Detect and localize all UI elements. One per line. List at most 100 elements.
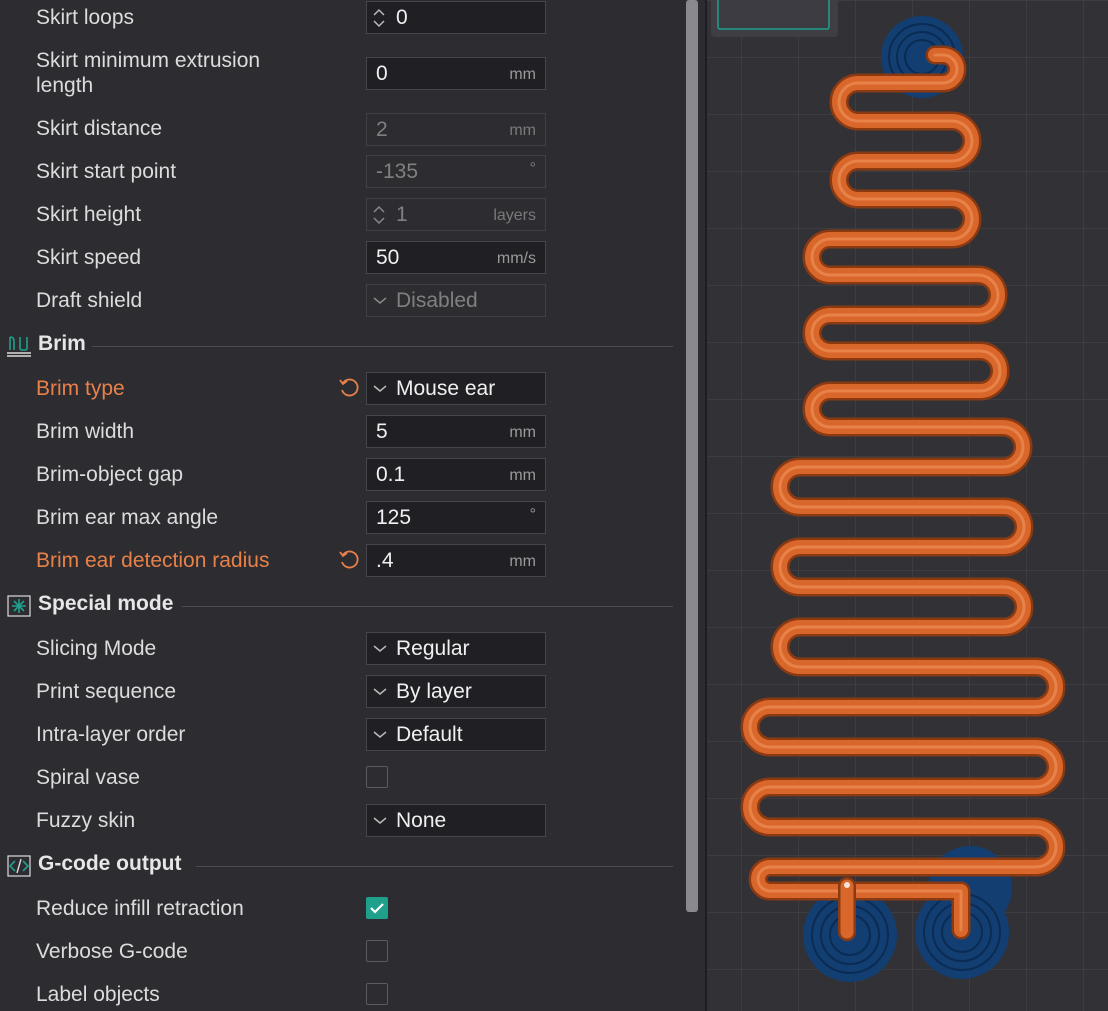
skirt-distance-row: Skirt distance 2 mm — [0, 113, 678, 147]
skirt-min-extrusion-label-line1: Skirt minimum extrusion — [36, 49, 261, 72]
label-objects-row: Label objects — [0, 978, 678, 1011]
skirt-speed-input[interactable]: 50 mm/s — [366, 241, 546, 274]
special-mode-section-header: Special mode — [0, 591, 678, 621]
brim-ear-detection-radius-label: Brim ear detection radius — [36, 549, 270, 572]
skirt-start-point-input: -135 ° — [366, 155, 546, 188]
3d-viewport[interactable] — [707, 0, 1108, 1011]
chevron-down-icon — [373, 645, 387, 652]
intra-layer-order-row: Intra-layer order Default — [0, 718, 678, 752]
reduce-infill-retraction-checkbox[interactable] — [366, 897, 388, 919]
chevron-down-icon — [373, 817, 387, 824]
brim-object-gap-value: 0.1 — [376, 463, 406, 486]
print-sequence-label: Print sequence — [36, 680, 177, 703]
slicing-mode-label: Slicing Mode — [36, 637, 157, 660]
intra-layer-order-select[interactable]: Default — [366, 718, 546, 751]
brim-width-value: 5 — [376, 420, 388, 443]
brim-ear-max-angle-unit: ° — [529, 506, 536, 523]
slicing-mode-row: Slicing Mode Regular — [0, 632, 678, 666]
spiral-vase-checkbox[interactable] — [366, 766, 388, 788]
draft-shield-select: Disabled — [366, 284, 546, 317]
skirt-start-point-unit: ° — [529, 160, 536, 177]
reset-icon[interactable] — [338, 549, 360, 571]
skirt-height-unit: layers — [493, 207, 536, 224]
draft-shield-label: Draft shield — [36, 289, 143, 312]
skirt-min-extrusion-value: 0 — [376, 62, 388, 85]
skirt-start-point-label: Skirt start point — [36, 160, 177, 183]
brim-section-title: Brim — [38, 332, 86, 355]
label-objects-checkbox[interactable] — [366, 983, 388, 1005]
skirt-min-extrusion-label-line2: length — [36, 74, 94, 97]
draft-shield-row: Draft shield Disabled — [0, 284, 678, 318]
skirt-start-point-row: Skirt start point -135 ° — [0, 155, 678, 189]
gcode-output-section-title: G-code output — [38, 852, 182, 875]
reduce-infill-retraction-label: Reduce infill retraction — [36, 897, 244, 920]
skirt-speed-value: 50 — [376, 246, 400, 269]
toolpath-preview[interactable] — [707, 0, 1108, 1011]
skirt-min-extrusion-unit: mm — [509, 66, 536, 83]
spiral-vase-row: Spiral vase — [0, 761, 678, 795]
skirt-loops-row: Skirt loops 0 — [0, 1, 678, 35]
special-mode-section-title: Special mode — [38, 592, 174, 615]
skirt-distance-input: 2 mm — [366, 113, 546, 146]
label-objects-label: Label objects — [36, 983, 160, 1006]
skirt-distance-unit: mm — [509, 122, 536, 139]
brim-ear-max-angle-value: 125 — [376, 506, 412, 529]
brim-ear-detection-radius-value: .4 — [376, 549, 394, 572]
verbose-gcode-checkbox[interactable] — [366, 940, 388, 962]
brim-section-header: Brim — [0, 331, 678, 361]
print-sequence-select[interactable]: By layer — [366, 675, 546, 708]
settings-scrollbar[interactable] — [686, 0, 698, 912]
slicing-mode-select[interactable]: Regular — [366, 632, 546, 665]
brim-type-label: Brim type — [36, 377, 125, 400]
code-icon — [7, 855, 31, 877]
brim-ear-max-angle-row: Brim ear max angle 125 ° — [0, 501, 678, 535]
skirt-height-row: Skirt height 1 layers — [0, 198, 678, 232]
verbose-gcode-label: Verbose G-code — [36, 940, 188, 963]
fuzzy-skin-select[interactable]: None — [366, 804, 546, 837]
brim-type-select[interactable]: Mouse ear — [366, 372, 546, 405]
brim-object-gap-unit: mm — [509, 467, 536, 484]
skirt-distance-value: 2 — [376, 118, 388, 141]
settings-panel: Skirt loops 0 Skirt minimum extrusion le… — [0, 0, 678, 1011]
brim-section-divider — [92, 346, 673, 347]
skirt-height-value: 1 — [396, 203, 408, 226]
skirt-height-spinbox: 1 layers — [366, 198, 546, 231]
brim-object-gap-input[interactable]: 0.1 mm — [366, 458, 546, 491]
chevron-down-icon — [373, 385, 387, 392]
skirt-speed-unit: mm/s — [496, 250, 536, 267]
special-mode-icon — [7, 595, 31, 617]
skirt-loops-spinbox[interactable]: 0 — [366, 1, 546, 34]
brim-type-value: Mouse ear — [396, 377, 496, 400]
view-cube[interactable] — [711, 0, 838, 37]
brim-ear-detection-radius-input[interactable]: .4 mm — [366, 544, 546, 577]
skirt-min-extrusion-input[interactable]: 0 mm — [366, 57, 546, 90]
verbose-gcode-row: Verbose G-code — [0, 935, 678, 969]
gcode-output-section-header: G-code output — [0, 851, 678, 881]
skirt-start-point-value: -135 — [376, 160, 419, 183]
reset-icon[interactable] — [338, 377, 360, 399]
fuzzy-skin-label: Fuzzy skin — [36, 809, 136, 832]
brim-ear-max-angle-label: Brim ear max angle — [36, 506, 219, 529]
special-mode-section-divider — [182, 606, 673, 607]
fuzzy-skin-row: Fuzzy skin None — [0, 804, 678, 838]
spin-arrows-icon — [373, 205, 385, 225]
skirt-distance-label: Skirt distance — [36, 117, 163, 140]
slicing-mode-value: Regular — [396, 637, 470, 660]
brim-type-row: Brim type Mouse ear — [0, 372, 678, 406]
spiral-vase-label: Spiral vase — [36, 766, 140, 789]
brim-ear-detection-radius-row: Brim ear detection radius .4 mm — [0, 544, 678, 578]
chevron-down-icon — [373, 688, 387, 695]
brim-ear-max-angle-input[interactable]: 125 ° — [366, 501, 546, 534]
chevron-down-icon — [373, 297, 387, 304]
intra-layer-order-label: Intra-layer order — [36, 723, 186, 746]
reduce-infill-retraction-row: Reduce infill retraction — [0, 892, 678, 926]
brim-ear-detection-radius-unit: mm — [509, 553, 536, 570]
brim-width-input[interactable]: 5 mm — [366, 415, 546, 448]
skirt-loops-value: 0 — [396, 6, 408, 29]
checkmark-icon — [370, 903, 384, 914]
spin-arrows-icon[interactable] — [372, 7, 386, 29]
brim-width-row: Brim width 5 mm — [0, 415, 678, 449]
brim-object-gap-label: Brim-object gap — [36, 463, 184, 486]
brim-width-unit: mm — [509, 424, 536, 441]
gcode-output-section-divider — [196, 866, 673, 867]
